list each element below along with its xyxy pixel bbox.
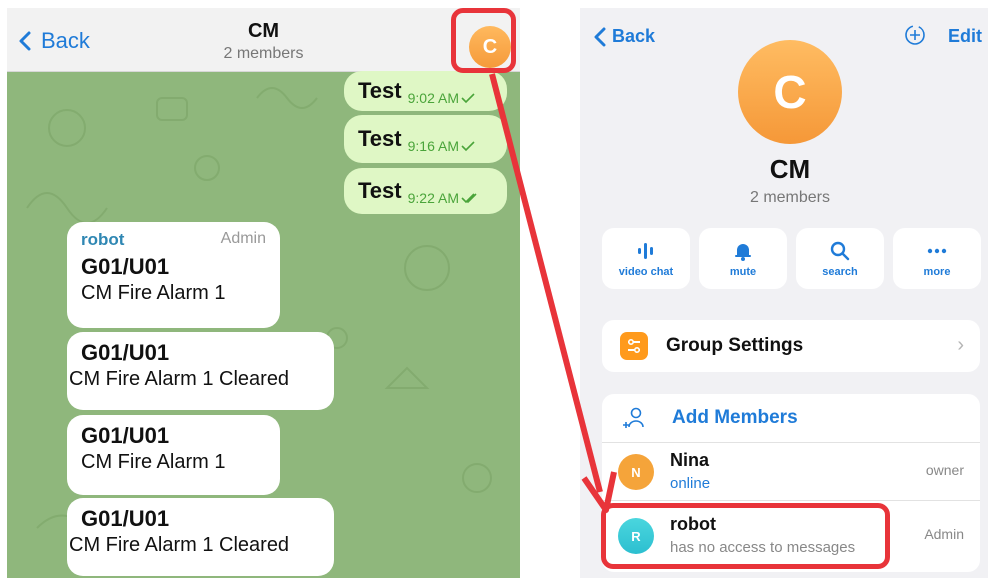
sent-check-icon — [461, 141, 475, 152]
edit-button[interactable]: Edit — [948, 26, 982, 47]
message-time: 9:22 AM — [407, 190, 459, 206]
incoming-message[interactable]: G01/U01 CM Fire Alarm 1 — [67, 415, 280, 495]
incoming-message[interactable]: G01/U01 CM Fire Alarm 1 Cleared — [67, 498, 334, 576]
message-code: G01/U01 — [81, 340, 170, 365]
mute-button[interactable]: mute — [699, 228, 787, 289]
incoming-message[interactable]: G01/U01 CM Fire Alarm 1 Cleared — [67, 332, 334, 410]
group-subtitle: 2 members — [749, 189, 831, 206]
message-code: G01/U01 — [81, 506, 170, 531]
search-icon — [830, 241, 850, 260]
action-buttons: video chat mute search more — [602, 228, 981, 289]
add-members-button[interactable]: Add Members — [602, 394, 980, 443]
outgoing-message[interactable]: Test 9:16 AM — [344, 115, 507, 163]
message-code: G01/U01 — [81, 254, 170, 279]
chat-screen: Back CM 2 members C Test 9:02 AM Test 9:… — [7, 8, 520, 578]
message-text: CM Fire Alarm 1 Cleared — [69, 534, 290, 556]
member-status: online — [670, 475, 711, 492]
add-member-icon — [623, 407, 644, 428]
group-avatar-large: C — [738, 40, 842, 144]
read-double-check-icon — [461, 193, 477, 204]
robot-highlight-box — [601, 503, 890, 569]
message-text: CM Fire Alarm 1 Cleared — [69, 368, 290, 390]
chevron-right-icon: › — [957, 334, 964, 356]
bell-icon — [735, 243, 751, 261]
add-members-label: Add Members — [672, 407, 798, 428]
action-label: more — [923, 265, 951, 278]
group-settings-row[interactable]: Group Settings › — [602, 320, 980, 372]
chat-title: CM — [247, 20, 280, 42]
more-icon — [927, 248, 947, 253]
incoming-message[interactable]: robot Admin G01/U01 CM Fire Alarm 1 — [67, 222, 280, 328]
search-button[interactable]: search — [796, 228, 884, 289]
more-button[interactable]: more — [893, 228, 981, 289]
action-label: search — [822, 265, 858, 278]
action-label: video chat — [618, 265, 674, 278]
message-time: 9:16 AM — [407, 138, 459, 154]
message-text: Test — [358, 126, 402, 151]
chat-header: Back CM 2 members — [7, 8, 520, 72]
avatar-highlight-box — [451, 8, 516, 73]
read-check-icon — [461, 93, 475, 104]
message-text: CM Fire Alarm 1 — [81, 451, 226, 473]
member-row[interactable]: N Nina online owner — [602, 442, 980, 501]
chevron-left-icon — [594, 27, 606, 46]
back-label: Back — [612, 26, 656, 46]
outgoing-message[interactable]: Test 9:22 AM — [344, 168, 507, 214]
chat-subtitle: 2 members — [223, 45, 304, 62]
member-role: Admin — [924, 526, 964, 542]
add-circle-icon[interactable] — [904, 24, 926, 46]
sender-role: Admin — [220, 230, 266, 247]
back-button[interactable]: Back — [592, 26, 655, 47]
member-name: Nina — [670, 450, 710, 470]
message-text: CM Fire Alarm 1 — [81, 282, 226, 304]
video-chat-button[interactable]: video chat — [602, 228, 690, 289]
message-code: G01/U01 — [81, 423, 170, 448]
video-chat-icon — [638, 242, 653, 259]
avatar: N — [618, 454, 654, 490]
outgoing-message[interactable]: Test 9:02 AM — [344, 71, 507, 111]
member-role: owner — [925, 462, 964, 478]
message-time: 9:02 AM — [407, 90, 459, 106]
group-settings-label: Group Settings — [666, 335, 804, 356]
action-label: mute — [729, 265, 757, 278]
group-info-screen: Back Edit C CM 2 members video chat mute… — [580, 8, 988, 578]
message-text: Test — [358, 178, 402, 203]
message-text: Test — [358, 78, 402, 103]
settings-toggle-icon — [620, 332, 648, 360]
group-title: CM — [769, 154, 811, 184]
